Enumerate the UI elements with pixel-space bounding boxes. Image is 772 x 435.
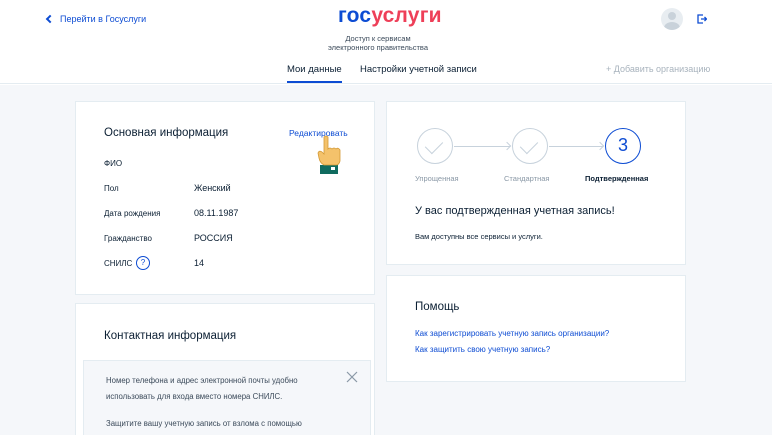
step-connector-1 [454, 146, 510, 147]
status-heading: У вас подтвержденная учетная запись! [415, 205, 615, 217]
basic-info-card: Основная информация Редактировать ФИО По… [75, 101, 375, 295]
logout-icon[interactable] [697, 14, 707, 24]
arrow-right-icon [502, 141, 512, 151]
header: Перейти в Госуслуги госуслуги Доступ к с… [0, 0, 772, 84]
tab-my-data[interactable]: Мои данные [287, 64, 342, 83]
avatar[interactable] [661, 8, 683, 30]
contact-notice: Номер телефона и адрес электронной почты… [83, 360, 371, 435]
step-confirmed-label: Подтвержденная [585, 174, 649, 183]
gosuslugi-logo[interactable]: госуслуги [338, 4, 442, 28]
help-card: Помощь Как зарегистрировать учетную запи… [386, 275, 686, 382]
tagline-line-1: Доступ к сервисам [345, 34, 411, 43]
snils-label: СНИЛС [104, 259, 133, 268]
help-link-protect-account[interactable]: Как защитить свою учетную запись? [415, 345, 550, 354]
step-standard-check-icon [512, 128, 548, 164]
account-status-card: 3 Упрощенная Стандартная Подтвержденная … [386, 101, 686, 265]
help-link-register-org[interactable]: Как зарегистрировать учетную запись орга… [415, 329, 609, 338]
logo-part-2: услуги [371, 4, 442, 27]
gender-label: Пол [104, 184, 119, 193]
back-link-label: Перейти в Госуслуги [60, 14, 147, 24]
step-confirmed-indicator: 3 [605, 128, 641, 164]
basic-info-title: Основная информация [104, 127, 229, 139]
notice-line-1: Номер телефона и адрес электронной почты… [106, 376, 298, 385]
citizenship-value: РОССИЯ [194, 233, 233, 243]
chevron-left-icon [45, 14, 55, 24]
back-to-gosuslugi-link[interactable]: Перейти в Госуслуги [45, 14, 147, 24]
add-organization-link[interactable]: + Добавить организацию [606, 64, 710, 74]
birth-date-value: 08.11.1987 [194, 208, 239, 218]
step-simplified-label: Упрощенная [415, 174, 459, 183]
status-text: Вам доступны все сервисы и услуги. [415, 232, 543, 241]
snils-help-icon[interactable]: ? [136, 256, 150, 270]
notice-line-2: использовать для входа вместо номера СНИ… [106, 392, 283, 401]
snils-value: 14 [194, 258, 205, 268]
fio-label: ФИО [104, 159, 123, 168]
tagline-line-2: электронного правительства [327, 43, 429, 52]
main-content: Основная информация Редактировать ФИО По… [0, 85, 772, 435]
step-standard-label: Стандартная [504, 174, 550, 183]
tab-account-settings[interactable]: Настройки учетной записи [360, 64, 477, 75]
citizenship-label: Гражданство [104, 234, 152, 243]
step-connector-2 [549, 146, 603, 147]
close-icon[interactable] [346, 371, 358, 383]
birth-date-label: Дата рождения [104, 209, 161, 218]
step-simplified-check-icon [417, 128, 453, 164]
pointer-hand-icon [317, 135, 341, 174]
tagline: Доступ к сервисам электронного правитель… [318, 34, 438, 52]
gender-value: Женский [194, 183, 231, 193]
contact-info-card: Контактная информация Номер телефона и а… [75, 303, 375, 435]
logo-part-1: гос [338, 4, 372, 27]
help-title: Помощь [415, 301, 460, 313]
contact-info-title: Контактная информация [104, 330, 237, 342]
arrow-right-icon [595, 141, 605, 151]
notice-line-3: Защитите вашу учетную запись от взлома с… [106, 419, 302, 428]
